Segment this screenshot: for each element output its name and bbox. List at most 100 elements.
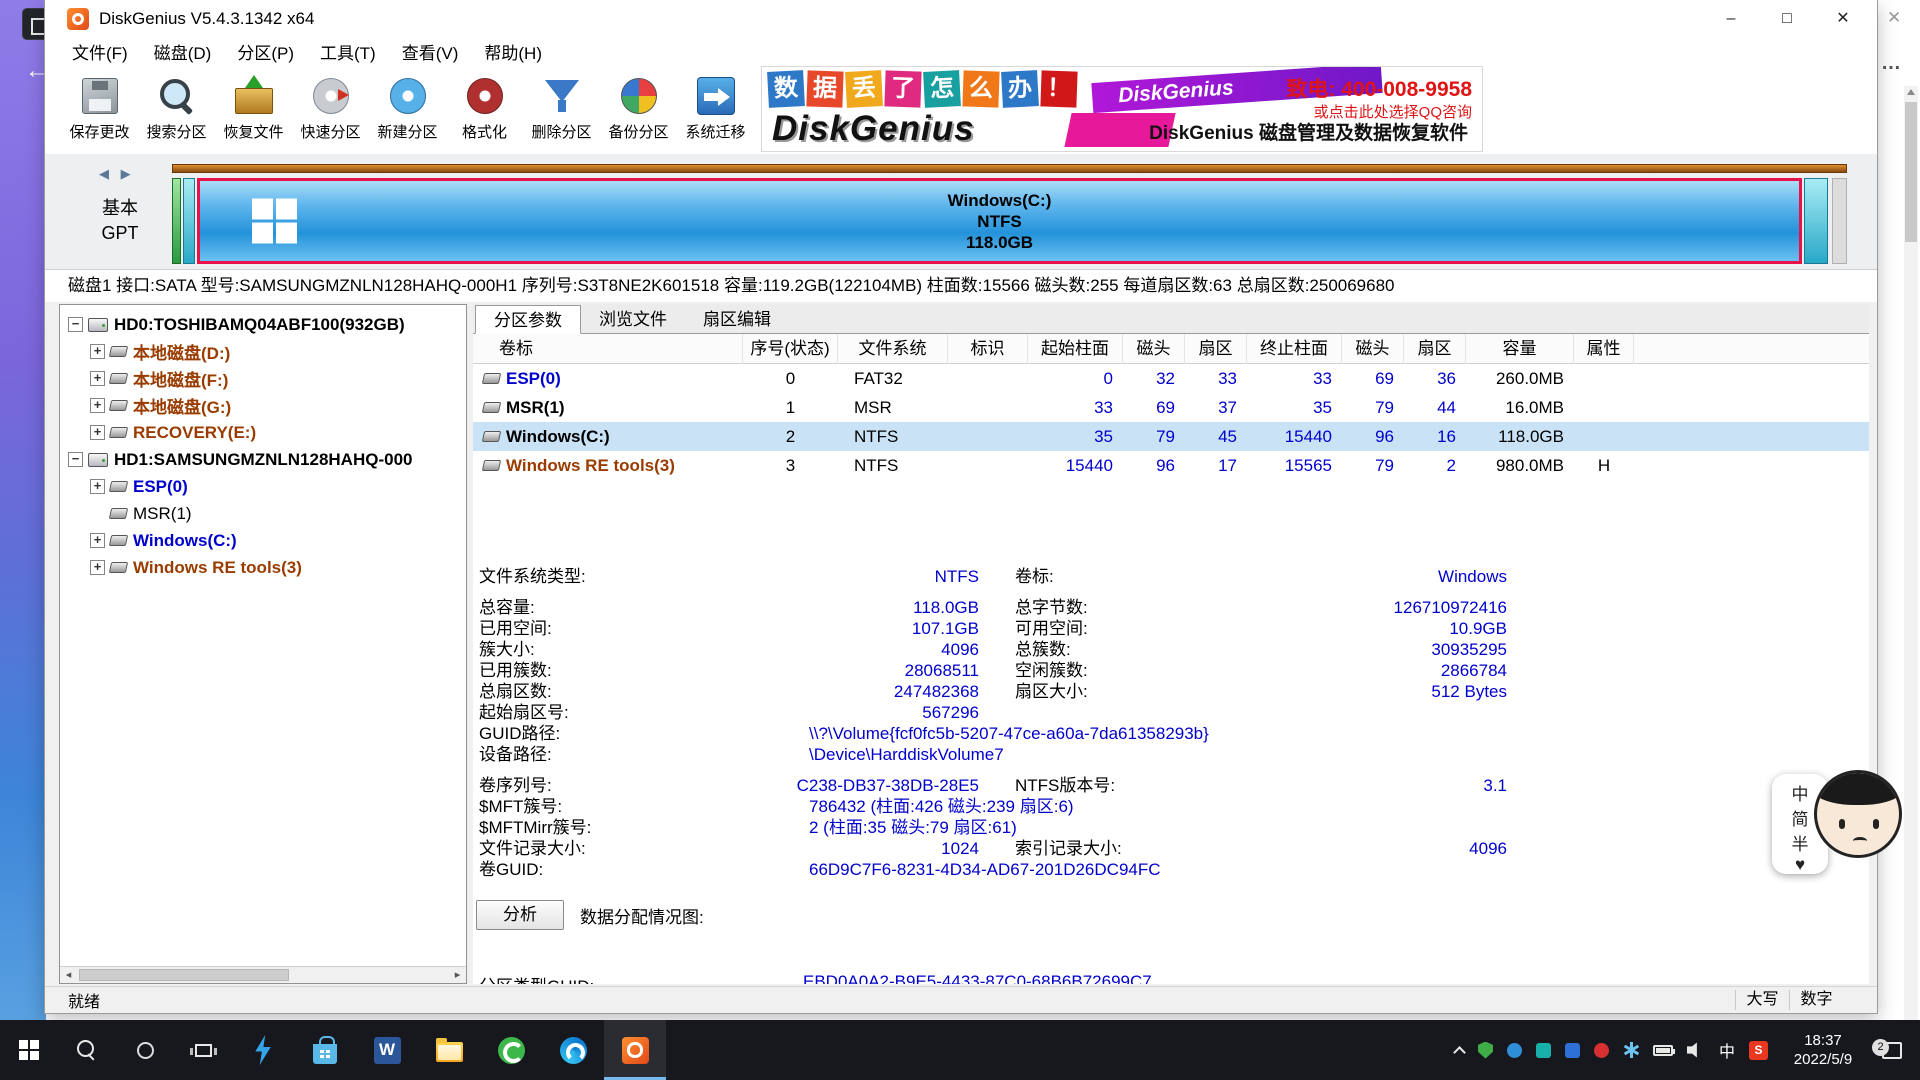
tab-sector-edit[interactable]: 扇区编辑 [685, 306, 789, 333]
scroll-left-icon[interactable]: ◂ [60, 967, 77, 983]
tab-browse-files[interactable]: 浏览文件 [581, 306, 685, 333]
background-close-icon[interactable]: ✕ [1887, 8, 1901, 28]
system-migration-button[interactable]: 系统迁移 [677, 70, 754, 152]
taskbar-app-explorer[interactable] [418, 1020, 480, 1080]
menu-help[interactable]: 帮助(H) [471, 40, 555, 68]
hidden-icons-chevron-icon[interactable] [1453, 1046, 1466, 1059]
start-button[interactable] [0, 1020, 58, 1080]
expand-icon[interactable] [90, 344, 105, 359]
quick-partition-button[interactable]: 快速分区 [292, 70, 369, 152]
tree-item-hd1[interactable]: HD1:SAMSUNGMZNLN128HAHQ-000 [60, 446, 466, 473]
col-end-cylinder[interactable]: 终止柱面 [1247, 334, 1342, 364]
partition-nav[interactable]: ◀ ▶ [99, 166, 135, 182]
close-button[interactable]: ✕ [1815, 0, 1871, 38]
notification-center-icon[interactable]: 2 [1882, 1042, 1902, 1059]
col-capacity[interactable]: 容量 [1466, 334, 1574, 364]
table-row-windows-re[interactable]: Windows RE tools(3) 3 NTFS 15440 96 17 1… [473, 451, 1869, 480]
tab-partition-params[interactable]: 分区参数 [475, 305, 581, 334]
scroll-up-icon[interactable] [1907, 89, 1915, 95]
nav-left-icon[interactable]: ◀ [99, 166, 113, 181]
shield-icon[interactable] [1478, 1042, 1493, 1059]
tree-horizontal-scrollbar[interactable]: ◂ ▸ [60, 966, 466, 983]
tree-item-local-g[interactable]: 本地磁盘(G:) [60, 392, 466, 419]
tree-item-local-f[interactable]: 本地磁盘(F:) [60, 365, 466, 392]
minimize-button[interactable]: – [1703, 0, 1759, 38]
nav-right-icon[interactable]: ▶ [121, 166, 135, 181]
col-attribute[interactable]: 属性 [1574, 334, 1634, 364]
col-head[interactable]: 磁头 [1123, 334, 1185, 364]
background-scrollbar[interactable] [1904, 86, 1918, 1020]
taskbar-app-word[interactable] [356, 1020, 418, 1080]
red-app-icon[interactable] [1594, 1043, 1609, 1058]
tree-item-esp[interactable]: ESP(0) [60, 473, 466, 500]
clock[interactable]: 18:37 2022/5/9 [1782, 1031, 1864, 1069]
col-head2[interactable]: 磁头 [1342, 334, 1404, 364]
blue-app-icon[interactable] [1507, 1043, 1522, 1058]
taskbar-app-lightning[interactable] [232, 1020, 294, 1080]
tree-item-msr[interactable]: MSR(1) [60, 500, 466, 527]
expand-icon[interactable] [90, 425, 105, 440]
table-row-windows-c[interactable]: Windows(C:) 2 NTFS 35 79 45 15440 96 16 … [473, 422, 1869, 451]
sogou-icon[interactable] [1749, 1041, 1768, 1060]
col-flag[interactable]: 标识 [948, 334, 1028, 364]
battery-icon[interactable] [1653, 1045, 1673, 1056]
partition-bar-scrollbar[interactable] [1832, 178, 1847, 264]
esp-partition-bar[interactable] [172, 178, 181, 264]
cortana-button[interactable] [116, 1020, 174, 1080]
tree-item-hd0[interactable]: HD0:TOSHIBAMQ04ABF100(932GB) [60, 311, 466, 338]
maximize-button[interactable]: □ [1759, 0, 1815, 38]
recover-files-button[interactable]: 恢复文件 [215, 70, 292, 152]
tree-item-windows-re[interactable]: Windows RE tools(3) [60, 554, 466, 581]
taskbar-search-button[interactable] [58, 1020, 116, 1080]
menu-disk[interactable]: 磁盘(D) [141, 40, 225, 68]
more-options-icon[interactable]: … [1881, 52, 1901, 75]
format-button[interactable]: 格式化 [446, 70, 523, 152]
menu-view[interactable]: 查看(V) [389, 40, 472, 68]
ad-banner[interactable]: 数 据 丢 了 怎 么 办 ！ DiskGenius 致电: 400-008-9… [761, 66, 1483, 152]
col-volume-label[interactable]: 卷标 [473, 334, 743, 364]
backup-partition-button[interactable]: 备份分区 [600, 70, 677, 152]
menu-tools[interactable]: 工具(T) [307, 40, 389, 68]
table-row-msr[interactable]: MSR(1) 1 MSR 33 69 37 35 79 44 16.0MB [473, 393, 1869, 422]
ime-simplified-toggle[interactable]: 简 [1792, 805, 1809, 830]
expand-icon[interactable] [90, 560, 105, 575]
taskbar-app-green[interactable] [480, 1020, 542, 1080]
speaker-icon[interactable] [1687, 1041, 1705, 1059]
teal-app-icon[interactable] [1536, 1043, 1551, 1058]
windows-c-partition-bar[interactable]: Windows(C:) NTFS 118.0GB [197, 178, 1802, 264]
menu-file[interactable]: 文件(F) [59, 40, 141, 68]
snowflake-icon[interactable] [1623, 1042, 1639, 1058]
taskbar-app-edge[interactable] [542, 1020, 604, 1080]
col-index-status[interactable]: 序号(状态) [743, 334, 838, 364]
msr-partition-bar[interactable] [183, 178, 195, 264]
delete-partition-button[interactable]: 删除分区 [523, 70, 600, 152]
col-sector2[interactable]: 扇区 [1404, 334, 1466, 364]
blue-square-icon[interactable] [1565, 1043, 1580, 1058]
taskbar-app-diskgenius[interactable] [604, 1020, 666, 1080]
ime-indicator[interactable]: 中 [1719, 1038, 1735, 1062]
scrollbar-thumb[interactable] [79, 969, 289, 981]
collapse-icon[interactable] [68, 452, 83, 467]
search-partition-button[interactable]: 搜索分区 [138, 70, 215, 152]
expand-icon[interactable] [90, 398, 105, 413]
expand-icon[interactable] [90, 371, 105, 386]
taskbar-app-store[interactable] [294, 1020, 356, 1080]
ime-lang-toggle[interactable]: 中 [1792, 780, 1809, 805]
expand-icon[interactable] [90, 533, 105, 548]
ime-skin-heart-icon[interactable]: ♥ [1795, 855, 1805, 875]
re-tools-partition-bar[interactable] [1804, 178, 1828, 264]
scroll-right-icon[interactable]: ▸ [449, 967, 466, 983]
save-changes-button[interactable]: 保存更改 [61, 70, 138, 152]
col-start-cylinder[interactable]: 起始柱面 [1028, 334, 1123, 364]
col-filesystem[interactable]: 文件系统 [838, 334, 948, 364]
analyze-button[interactable]: 分析 [476, 900, 564, 930]
table-row-esp[interactable]: ESP(0) 0 FAT32 0 32 33 33 69 36 260.0MB [473, 364, 1869, 393]
tree-item-local-d[interactable]: 本地磁盘(D:) [60, 338, 466, 365]
tree-item-recovery-e[interactable]: RECOVERY(E:) [60, 419, 466, 446]
ime-halfwidth-toggle[interactable]: 半 [1792, 830, 1809, 855]
tree-item-windows-c[interactable]: Windows(C:) [60, 527, 466, 554]
col-sector[interactable]: 扇区 [1185, 334, 1247, 364]
collapse-icon[interactable] [68, 317, 83, 332]
scrollbar-thumb[interactable] [1905, 102, 1917, 242]
new-partition-button[interactable]: 新建分区 [369, 70, 446, 152]
